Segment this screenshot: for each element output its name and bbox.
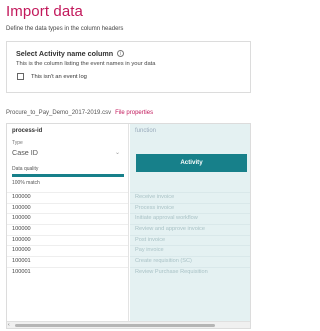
page-subtitle: Define the data types in the column head… xyxy=(6,26,124,32)
table-cell: 100000 xyxy=(7,202,128,214)
data-quality-label: Data quality xyxy=(12,166,39,172)
page-title: Import data xyxy=(6,3,83,20)
data-quality-fill xyxy=(12,174,124,177)
not-event-log-label[interactable]: This isn't an event log xyxy=(31,74,87,80)
panel-description: This is the column listing the event nam… xyxy=(16,61,156,67)
panel-title-text: Select Activity name column xyxy=(16,49,114,58)
table-cell: 100000 xyxy=(7,192,128,203)
scroll-left-icon[interactable]: ‹ xyxy=(8,322,10,328)
column-rows: Receive invoice Process invoice Initiate a… xyxy=(130,192,250,278)
column-header: function xyxy=(135,128,157,134)
file-row: Procure_to_Pay_Demo_2017-2019.csv File pr… xyxy=(6,110,153,116)
activity-column-panel: Select Activity name column i This is the… xyxy=(6,41,251,93)
data-preview-grid: process-id Type Case ID ⌄ Data quality 1… xyxy=(6,123,251,329)
column-header: process-id xyxy=(12,128,43,134)
table-cell: 100001 xyxy=(7,256,128,267)
table-cell: Post invoice xyxy=(130,234,250,246)
column-function[interactable]: function Activity Receive invoice Process… xyxy=(130,124,250,328)
table-cell: Pay invoice xyxy=(130,245,250,256)
panel-title: Select Activity name column i xyxy=(16,49,125,58)
not-event-log-option[interactable]: This isn't an event log xyxy=(17,73,87,80)
table-cell: 100000 xyxy=(7,234,128,246)
horizontal-scrollbar[interactable]: ‹ xyxy=(7,321,250,328)
table-cell: Create requisition (SC) xyxy=(130,256,250,267)
file-name: Procure_to_Pay_Demo_2017-2019.csv xyxy=(6,110,112,116)
chevron-down-icon: ⌄ xyxy=(114,150,120,156)
table-cell: 100000 xyxy=(7,245,128,256)
table-cell: Receive invoice xyxy=(130,192,250,203)
table-cell: 100001 xyxy=(7,266,128,278)
activity-button[interactable]: Activity xyxy=(136,154,247,172)
type-label: Type xyxy=(12,140,23,146)
data-quality-bar xyxy=(12,174,124,177)
table-cell: 100000 xyxy=(7,224,128,235)
type-select[interactable]: Case ID ⌄ xyxy=(12,148,124,157)
scroll-thumb[interactable] xyxy=(15,323,215,327)
table-cell: Review and approve invoice xyxy=(130,224,250,235)
table-cell: Process invoice xyxy=(130,202,250,214)
column-rows: 100000 100000 100000 100000 100000 100000 1000… xyxy=(7,192,128,278)
table-cell: Review Purchase Requisition xyxy=(130,266,250,278)
not-event-log-checkbox[interactable] xyxy=(17,73,24,80)
data-quality-match: 100% match xyxy=(12,180,40,186)
table-cell: 100000 xyxy=(7,213,128,224)
info-icon[interactable]: i xyxy=(117,50,125,57)
table-cell: Initiate approval workflow xyxy=(130,213,250,224)
column-process-id[interactable]: process-id Type Case ID ⌄ Data quality 1… xyxy=(7,124,129,328)
type-select-value: Case ID xyxy=(12,148,38,157)
file-properties-link[interactable]: File properties xyxy=(115,110,153,116)
